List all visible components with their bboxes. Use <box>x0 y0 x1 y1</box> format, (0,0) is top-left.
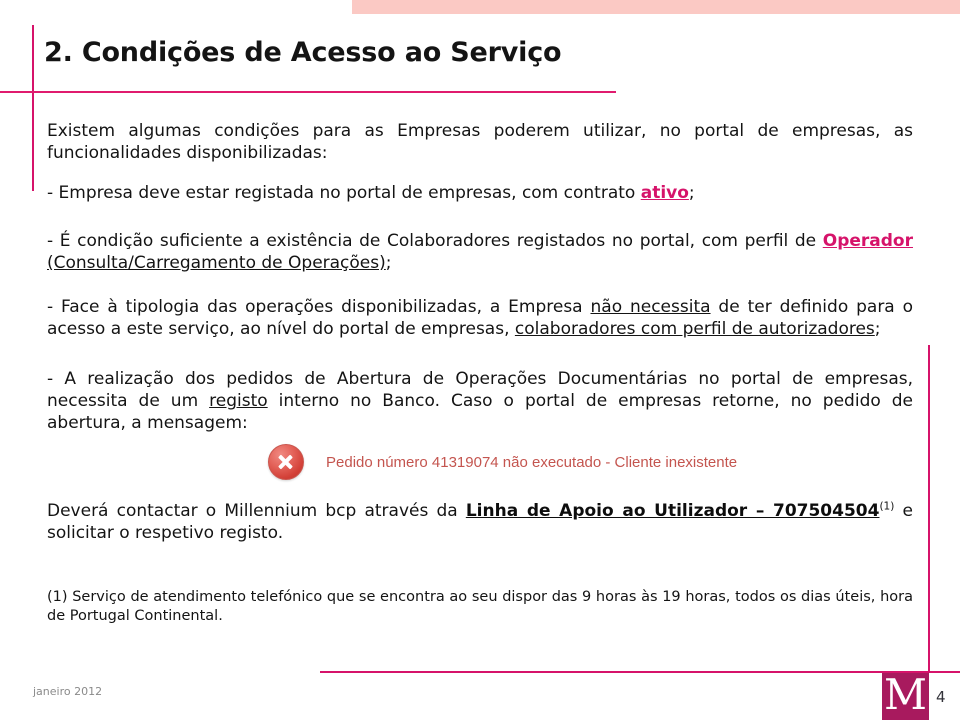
right-vertical-rule <box>928 345 930 661</box>
bullet-contrato-ativo: - Empresa deve estar registada no portal… <box>47 182 913 204</box>
bullet-3-emph-autorizadores: colaboradores com perfil de autorizadore… <box>514 319 875 340</box>
bullet-1-seg-0: - Empresa deve estar registada no portal… <box>47 183 641 203</box>
bullet-2-seg-4: ; <box>385 253 392 274</box>
error-circle-x-icon <box>268 444 304 480</box>
error-message-text: Pedido número 41319074 não executado - C… <box>326 453 738 471</box>
footnote-text: (1) Serviço de atendimento telefónico qu… <box>47 589 913 625</box>
bullet-3-seg-0: - Face à tipologia das operações disponi… <box>47 297 591 317</box>
bullet-registo-interno: - A realização dos pedidos de Abertura d… <box>47 368 913 434</box>
millennium-m-logo-icon: M <box>882 673 929 720</box>
bullet-4-emph-registo: registo <box>209 391 268 412</box>
bullet-autorizadores: - Face à tipologia das operações disponi… <box>47 296 913 340</box>
bullet-1-seg-2: ; <box>688 183 695 203</box>
footnote-marker: (1) <box>879 500 895 513</box>
bullet-1-link-ativo[interactable]: ativo <box>641 183 689 203</box>
bullet-3-emph-nao-necessita: não necessita <box>590 297 711 317</box>
error-message-figure: Pedido número 41319074 não executado - C… <box>268 440 737 484</box>
title-horizontal-rule <box>0 91 616 93</box>
bullet-3-seg-4: ; <box>874 319 881 340</box>
top-pink-band <box>352 0 960 14</box>
title-vertical-rule <box>32 25 34 191</box>
support-line-label[interactable]: Linha de Apoio ao Utilizador – 707504504 <box>466 501 880 521</box>
closing-paragraph: Deverá contactar o Millennium bcp atravé… <box>47 500 913 544</box>
bullet-2-seg-0: - É condição suficiente a existência de … <box>47 231 823 251</box>
footer-date: janeiro 2012 <box>33 685 103 698</box>
bullet-2-emph-consulta-carregamento: (Consulta/Carregamento de Operações) <box>47 253 386 274</box>
footer-vertical-rule <box>928 655 930 673</box>
bullet-2-link-operador[interactable]: Operador <box>823 231 913 251</box>
page-number: 4 <box>936 688 946 706</box>
page-title: 2. Condições de Acesso ao Serviço <box>44 37 562 68</box>
bullet-perfil-operador: - É condição suficiente a existência de … <box>47 230 913 274</box>
intro-paragraph: Existem algumas condições para as Empres… <box>47 121 913 164</box>
closing-seg-0: Deverá contactar o Millennium bcp atravé… <box>47 501 466 521</box>
footer-horizontal-rule <box>320 671 960 673</box>
